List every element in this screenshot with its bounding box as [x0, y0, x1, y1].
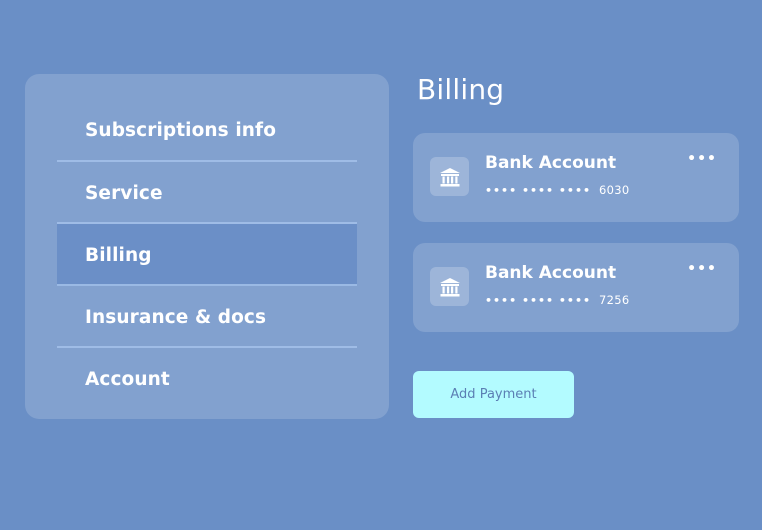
bank-icon-glyph — [439, 277, 460, 296]
menu-item-service[interactable]: Service — [57, 162, 357, 224]
menu-item-label: Billing — [85, 244, 152, 266]
bank-icon — [430, 267, 469, 306]
bank-account-card[interactable]: Bank Account •••• •••• •••• 7256 ••• — [413, 243, 739, 332]
page-title: Billing — [417, 73, 505, 106]
settings-menu: Subscriptions info Service Billing Insur… — [57, 98, 357, 410]
menu-item-label: Insurance & docs — [85, 306, 267, 328]
bank-icon-glyph — [439, 167, 460, 186]
add-payment-button[interactable]: Add Payment — [413, 371, 574, 418]
account-last4: 7256 — [599, 293, 630, 307]
account-name: Bank Account — [485, 263, 617, 283]
more-options-icon[interactable]: ••• — [687, 152, 717, 166]
menu-item-label: Subscriptions info — [85, 119, 277, 141]
menu-item-label: Account — [85, 368, 170, 390]
settings-sidebar: Subscriptions info Service Billing Insur… — [25, 74, 389, 419]
menu-item-billing[interactable]: Billing — [57, 224, 357, 286]
masked-digits: •••• •••• •••• — [485, 183, 592, 197]
bank-account-card[interactable]: Bank Account •••• •••• •••• 6030 ••• — [413, 133, 739, 222]
menu-item-subscriptions-info[interactable]: Subscriptions info — [57, 98, 357, 162]
account-name: Bank Account — [485, 153, 617, 173]
masked-digits: •••• •••• •••• — [485, 293, 592, 307]
bank-icon — [430, 157, 469, 196]
account-number: •••• •••• •••• 6030 — [485, 183, 630, 197]
account-number: •••• •••• •••• 7256 — [485, 293, 630, 307]
account-last4: 6030 — [599, 183, 630, 197]
billing-page: Subscriptions info Service Billing Insur… — [0, 0, 762, 530]
menu-item-insurance-docs[interactable]: Insurance & docs — [57, 286, 357, 348]
menu-item-label: Service — [85, 182, 163, 204]
more-options-icon[interactable]: ••• — [687, 262, 717, 276]
menu-item-account[interactable]: Account — [57, 348, 357, 410]
